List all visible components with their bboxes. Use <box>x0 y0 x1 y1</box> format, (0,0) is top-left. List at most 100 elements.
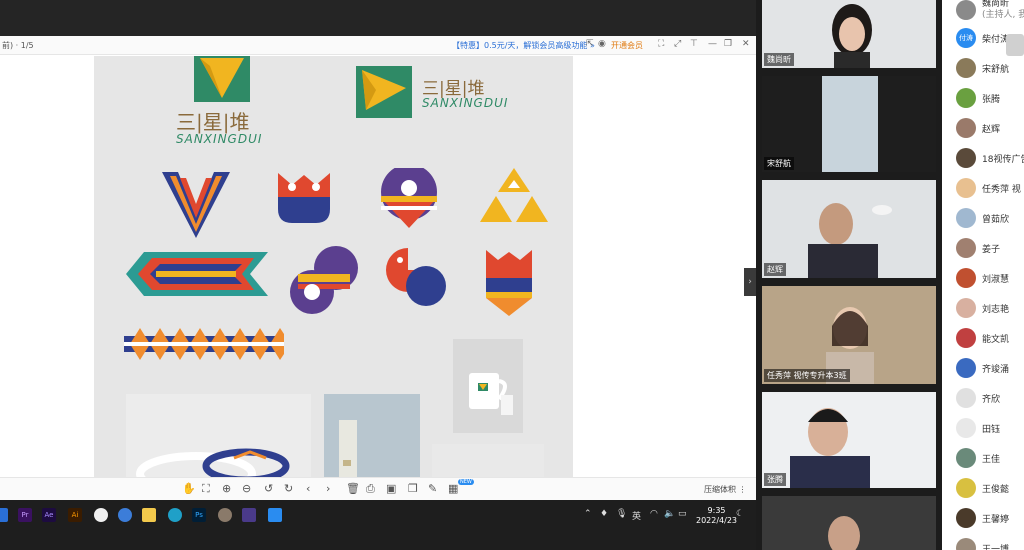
participant-row[interactable]: 18视传广告 <box>952 146 1024 170</box>
participant-row[interactable]: 姜子 <box>952 236 1024 260</box>
viewer-toolbar: ✋ ⛶ ⊕ ⊖ ↺ ↻ ‹ › 🗑 ⎙ ▣ ❐ ✎ ▦ NEW 压缩体积 ⋮ <box>0 477 756 501</box>
participant-avatar <box>956 0 976 20</box>
meeting-app-icon[interactable] <box>242 508 256 522</box>
participant-avatar <box>956 388 976 408</box>
copy-icon[interactable]: ❐ <box>408 482 418 495</box>
fit-icon[interactable]: ⛶ <box>658 39 664 49</box>
participant-avatar <box>956 418 976 438</box>
participant-row[interactable]: 王馨婷 <box>952 506 1024 530</box>
video-tile[interactable]: 赵辉 <box>762 180 936 278</box>
page-indicator: 前) · 1/5 <box>2 41 34 50</box>
collapse-panel-button[interactable]: › <box>744 268 756 296</box>
participant-row[interactable]: 魏尚昕 (主持人, 我 <box>952 0 1024 22</box>
video-feed <box>762 180 936 278</box>
participant-row[interactable]: 齐欣 <box>952 386 1024 410</box>
mug-mockup-photo <box>453 339 523 433</box>
bracelet-mockup-photo <box>126 394 311 478</box>
delete-icon[interactable]: 🗑 <box>346 482 360 495</box>
zoom-in-icon[interactable]: ⊕ <box>222 482 231 495</box>
participant-row[interactable]: 刘淑慧 <box>952 266 1024 290</box>
edit-icon[interactable]: ✎ <box>428 482 437 495</box>
participant-avatar <box>956 268 976 288</box>
participant-row[interactable]: 曾茹欣 <box>952 206 1024 230</box>
prev-page-icon[interactable]: ‹ <box>306 482 310 495</box>
participant-row[interactable]: 宋舒航 <box>952 56 1024 80</box>
app-icon[interactable] <box>118 508 132 522</box>
participant-row[interactable]: 能文凯 <box>952 326 1024 350</box>
video-tile[interactable]: 任秀萍 视传专升本3班 <box>762 286 936 384</box>
video-tile[interactable]: 张腾 <box>762 392 936 488</box>
participant-name: 姜子 <box>982 245 1001 255</box>
close-icon[interactable]: ✕ <box>742 39 750 49</box>
participant-row[interactable]: 任秀萍 视 <box>952 176 1024 200</box>
video-feed <box>762 496 936 550</box>
compress-button[interactable]: 压缩体积 ⋮ <box>704 484 747 495</box>
participant-row[interactable]: 王一博 <box>952 536 1024 550</box>
video-name: 宋舒航 <box>764 157 794 170</box>
minimize-icon[interactable]: — <box>708 39 717 49</box>
participant-avatar <box>956 238 976 258</box>
pin-icon[interactable]: ⊤ <box>690 39 698 49</box>
clock-date: 2022/4/23 <box>696 516 738 525</box>
video-tile[interactable]: 魏尚昕 <box>762 0 936 68</box>
participant-avatar <box>956 328 976 348</box>
participant-row[interactable]: 赵辉 <box>952 116 1024 140</box>
vip-button[interactable]: 开通会员 <box>611 40 643 51</box>
volume-icon[interactable]: 🔈 <box>664 509 675 519</box>
premiere-icon[interactable]: Pr <box>18 508 32 522</box>
system-clock[interactable]: 9:35 2022/4/23 <box>696 506 737 526</box>
participant-name: 刘志艳 <box>982 305 1010 315</box>
apps-icon[interactable]: ▦ <box>448 482 458 495</box>
video-tile[interactable] <box>762 496 936 550</box>
video-feed <box>762 392 936 488</box>
arrow-band-pattern <box>126 252 268 296</box>
participant-row[interactable]: 王俊懿 <box>952 476 1024 500</box>
crop-icon[interactable]: ⛶ <box>202 482 210 496</box>
video-name: 魏尚昕 <box>764 53 794 66</box>
wifi-icon[interactable]: ◠ <box>650 509 658 519</box>
rotate-left-icon[interactable]: ↺ <box>264 482 273 495</box>
chrome-icon[interactable] <box>94 508 108 522</box>
tray-chevron-icon[interactable]: ⌃ <box>584 509 592 519</box>
hand-tool-icon[interactable]: ✋ <box>182 482 196 495</box>
restore-icon[interactable]: ❐ <box>724 39 732 49</box>
ime-indicator[interactable]: 英 <box>632 509 641 522</box>
participant-row[interactable]: 王佳 <box>952 446 1024 470</box>
fullscreen-icon[interactable]: ⤢ <box>674 39 681 49</box>
promo-link[interactable]: 【特惠】0.5元/天，解锁会员高级功能 » <box>452 40 595 51</box>
tray-app-icon[interactable]: ♦ <box>600 509 608 519</box>
photoshop-icon[interactable]: Ps <box>192 508 206 522</box>
participant-avatar <box>956 478 976 498</box>
logo-english-text-2: SANXINGDUI <box>422 96 509 110</box>
avatar-app-icon[interactable] <box>218 508 232 522</box>
next-page-icon[interactable]: › <box>326 482 330 495</box>
participant-row[interactable]: 齐竣涌 <box>952 356 1024 380</box>
print-icon[interactable]: ⎙ <box>366 482 375 496</box>
participant-row[interactable]: 刘志艳 <box>952 296 1024 320</box>
start-icon[interactable] <box>0 508 8 522</box>
participant-row[interactable]: 田钰 <box>952 416 1024 440</box>
zoom-out-icon[interactable]: ⊖ <box>242 482 251 495</box>
participant-name: 刘淑慧 <box>982 275 1010 285</box>
folder-icon[interactable] <box>142 508 156 522</box>
notification-icon[interactable]: ☾ <box>736 509 744 519</box>
edge-icon[interactable] <box>168 508 182 522</box>
video-tag: 视传专升本3班 <box>793 371 847 380</box>
tray-mic-icon[interactable]: 🎙 <box>616 509 627 519</box>
participant-row[interactable]: 张腾 <box>952 86 1024 110</box>
participant-name: 王俊懿 <box>982 485 1010 495</box>
save-icon[interactable]: ▣ <box>386 482 396 495</box>
illustrator-icon[interactable]: Ai <box>68 508 82 522</box>
top-bar <box>0 0 756 36</box>
battery-icon[interactable]: ▭ <box>678 509 687 519</box>
viewer-titlebar: 前) · 1/5 【特惠】0.5元/天，解锁会员高级功能 » ⇱ ◉ 开通会员 … <box>0 36 756 55</box>
share-icon[interactable]: ⇱ <box>586 39 594 49</box>
s-curve-shape <box>290 246 358 314</box>
rotate-right-icon[interactable]: ↻ <box>284 482 293 495</box>
after-effects-icon[interactable]: Ae <box>42 508 56 522</box>
mic-icon[interactable] <box>1006 34 1024 56</box>
video-tile[interactable]: 宋舒航 <box>762 76 936 172</box>
participant-name: 赵辉 <box>982 125 1001 135</box>
tencent-meeting-icon[interactable] <box>268 508 282 522</box>
vip-icon[interactable]: ◉ <box>598 39 606 49</box>
